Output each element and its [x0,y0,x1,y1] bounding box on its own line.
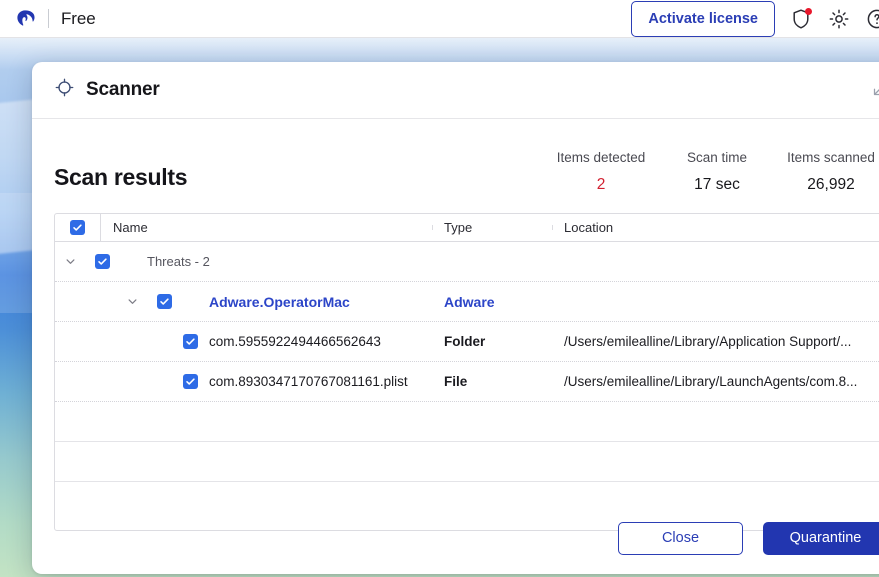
column-header-type: Type [432,220,552,235]
crosshair-icon [54,77,75,103]
item-row-prefix [55,334,209,349]
page-title: Scan results [54,164,188,190]
table-threat-row[interactable]: Adware.OperatorMac Adware [55,282,879,322]
group-row-prefix [55,254,147,269]
stat-label: Scan time [686,150,748,165]
item-type: File [444,374,468,389]
stat-label: Items detected [556,150,646,165]
item-name: com.8930347170767081161.plist [209,374,408,389]
item-checkbox[interactable] [183,374,198,389]
scan-stats: Items detected 2 Scan time 17 sec Items … [540,150,879,193]
table-row[interactable]: com.8930347170767081161.plist File /User… [55,362,879,402]
threat-type: Adware [444,293,495,310]
dialog-title: Scanner [86,79,160,100]
item-type: Folder [444,334,486,349]
table-empty-row [55,402,879,442]
collapse-arrow-icon[interactable] [867,79,879,101]
column-header-location: Location [552,220,879,235]
threat-row-prefix [55,294,209,309]
close-button[interactable]: Close [618,521,743,555]
threat-name: Adware.OperatorMac [209,293,350,310]
malwarebytes-logo-icon [14,8,36,30]
item-location: /Users/emilealline/Library/Application S… [564,334,852,349]
stat-items-detected: Items detected 2 [540,150,662,193]
select-all-cell [55,214,101,241]
shield-icon[interactable] [789,7,813,31]
activate-license-button[interactable]: Activate license [631,0,775,37]
item-checkbox[interactable] [183,334,198,349]
dialog-title-group: Scanner [54,77,160,103]
quarantine-button[interactable]: Quarantine [763,521,879,555]
group-checkbox[interactable] [95,254,110,269]
gear-icon[interactable] [827,7,851,31]
chevron-down-icon[interactable] [121,296,143,307]
help-icon[interactable] [865,7,879,31]
item-location: /Users/emilealline/Library/LaunchAgents/… [564,374,858,389]
dialog-footer: Close Quarantine [32,502,879,574]
table-empty-row [55,442,879,482]
stat-label: Items scanned [787,150,875,165]
stat-items-scanned: Items scanned 26,992 [772,150,879,193]
threat-checkbox[interactable] [157,294,172,309]
stat-value: 26,992 [807,176,855,193]
item-row-prefix [55,374,209,389]
stat-scan-time: Scan time 17 sec [662,150,772,193]
edition-label: Free [61,8,96,28]
table-row[interactable]: com.5955922494466562643 Folder /Users/em… [55,322,879,362]
scan-results-table: Name Type Location Threats - 2 Adware.Op… [54,213,879,531]
stat-value: 17 sec [694,176,740,193]
app-header: Free Activate license [0,0,879,38]
select-all-checkbox[interactable] [70,220,85,235]
group-label: Threats - 2 [147,254,210,269]
brand-divider [48,9,49,28]
stat-value: 2 [596,176,606,193]
table-header-row: Name Type Location [55,214,879,242]
notification-badge [805,7,812,15]
table-group-row[interactable]: Threats - 2 [55,242,879,282]
scanner-dialog: Scanner Scan results Items detected 2 Sc… [32,62,879,574]
scan-results-bar: Scan results Items detected 2 Scan time … [32,119,879,193]
dialog-titlebar: Scanner [32,62,879,119]
header-actions: Activate license [631,0,879,37]
brand: Free [14,8,96,30]
item-name: com.5955922494466562643 [209,334,381,349]
column-header-name: Name [113,220,148,235]
chevron-down-icon[interactable] [59,256,81,267]
